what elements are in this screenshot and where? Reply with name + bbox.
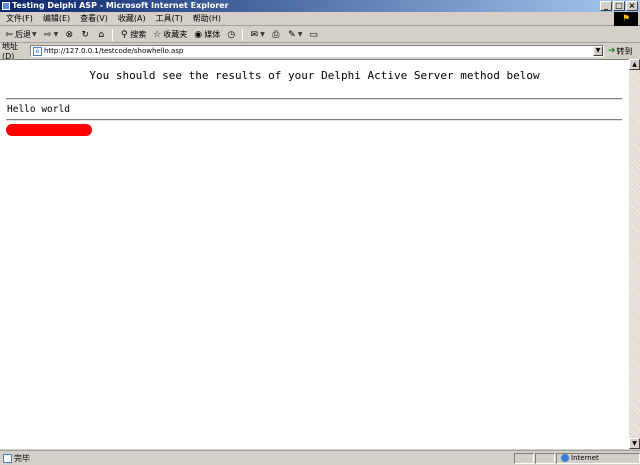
refresh-button[interactable]: ↻ <box>78 28 92 42</box>
address-label: 地址(D) <box>2 42 18 61</box>
forward-dropdown-icon[interactable]: ▼ <box>54 31 59 38</box>
history-icon: ◷ <box>227 29 236 40</box>
discuss-icon: ▭ <box>309 29 318 40</box>
favorites-icon: ☆ <box>153 29 162 40</box>
refresh-icon: ↻ <box>81 29 90 40</box>
security-zone: Internet <box>556 452 640 464</box>
home-icon: ⌂ <box>98 29 105 40</box>
go-button[interactable]: ➔ 转到 <box>608 46 633 57</box>
scroll-up-icon[interactable]: ▲ <box>629 59 640 70</box>
address-url[interactable]: http://127.0.0.1/testcode/showhello.asp <box>44 47 183 55</box>
stop-button[interactable]: ⊗ <box>62 28 76 42</box>
history-button[interactable]: ◷ <box>224 28 238 42</box>
mail-dropdown-icon[interactable]: ▼ <box>260 31 265 38</box>
edit-dropdown-icon[interactable]: ▼ <box>298 31 303 38</box>
edit-button[interactable]: ✎ ▼ <box>285 28 305 42</box>
search-label: 搜索 <box>130 30 147 39</box>
media-label: 媒体 <box>204 30 221 39</box>
status-cell <box>535 452 555 464</box>
address-dropdown-icon[interactable]: ▼ <box>593 46 603 56</box>
minimize-button[interactable]: _ <box>600 1 612 11</box>
status-bar: 完毕 Internet <box>0 450 640 465</box>
go-label: 转到 <box>616 46 633 56</box>
horizontal-rule <box>6 119 622 121</box>
windows-logo-icon: ⚑ <box>614 12 638 26</box>
discuss-button[interactable]: ▭ <box>307 28 321 42</box>
window-controls: _ □ × <box>600 1 638 11</box>
horizontal-rule <box>6 98 622 100</box>
menu-tools[interactable]: 工具(T) <box>152 12 189 26</box>
redaction-mark <box>6 124 92 136</box>
menu-view[interactable]: 查看(V) <box>76 12 114 26</box>
toolbar-separator <box>112 28 114 41</box>
toolbar: ⇦ 后退 ▼ ⇨ ▼ ⊗ ↻ ⌂ ⚲ 搜索 ☆ 收藏夹 ◉ 媒体 ◷ ✉ ▼ ⎙… <box>0 27 640 43</box>
window-title: Testing Delphi ASP - Microsoft Internet … <box>12 1 229 10</box>
forward-arrow-icon: ⇨ <box>43 29 52 40</box>
page-content: You should see the results of your Delph… <box>0 59 629 449</box>
ie-icon <box>2 2 10 10</box>
status-text: 完毕 <box>14 453 30 463</box>
favorites-button[interactable]: ☆ 收藏夹 <box>150 28 189 42</box>
forward-button[interactable]: ⇨ ▼ <box>41 28 61 42</box>
menu-favorites[interactable]: 收藏(A) <box>114 12 152 26</box>
page-heading: You should see the results of your Delph… <box>89 69 540 82</box>
search-button[interactable]: ⚲ 搜索 <box>117 28 148 42</box>
done-page-icon <box>3 453 12 463</box>
edit-icon: ✎ <box>288 29 296 40</box>
address-bar: 地址(D) e http://127.0.0.1/testcode/showhe… <box>0 42 640 61</box>
close-button[interactable]: × <box>626 1 638 11</box>
globe-icon <box>561 454 569 462</box>
media-button[interactable]: ◉ 媒体 <box>191 28 222 42</box>
result-message: Hello world <box>7 104 70 115</box>
status-cell <box>514 452 534 464</box>
maximize-button[interactable]: □ <box>613 1 625 11</box>
title-bar[interactable]: Testing Delphi ASP - Microsoft Internet … <box>0 0 640 12</box>
menu-help[interactable]: 帮助(H) <box>189 12 227 26</box>
go-arrow-icon: ➔ <box>608 46 616 56</box>
back-arrow-icon: ⇦ <box>5 29 13 40</box>
toolbar-separator <box>242 28 244 41</box>
back-dropdown-icon[interactable]: ▼ <box>32 31 37 38</box>
print-icon: ⎙ <box>272 29 280 40</box>
zone-label: Internet <box>571 454 599 462</box>
menu-edit[interactable]: 编辑(E) <box>39 12 76 26</box>
media-icon: ◉ <box>194 29 203 40</box>
back-button[interactable]: ⇦ 后退 ▼ <box>2 28 39 42</box>
menu-file[interactable]: 文件(F) <box>2 12 39 26</box>
menu-bar: 文件(F) 编辑(E) 查看(V) 收藏(A) 工具(T) 帮助(H) <box>0 12 640 26</box>
back-label: 后退 <box>15 30 31 39</box>
print-button[interactable]: ⎙ <box>269 28 283 42</box>
address-input[interactable]: e http://127.0.0.1/testcode/showhello.as… <box>30 45 604 57</box>
favorites-label: 收藏夹 <box>163 30 188 39</box>
search-icon: ⚲ <box>120 29 128 40</box>
mail-icon: ✉ <box>250 29 259 40</box>
page-icon: e <box>33 46 42 56</box>
scroll-down-icon[interactable]: ▼ <box>629 438 640 449</box>
stop-icon: ⊗ <box>65 29 74 40</box>
mail-button[interactable]: ✉ ▼ <box>247 28 267 42</box>
vertical-scrollbar[interactable]: ▲ ▼ <box>629 59 640 449</box>
home-button[interactable]: ⌂ <box>94 28 108 42</box>
